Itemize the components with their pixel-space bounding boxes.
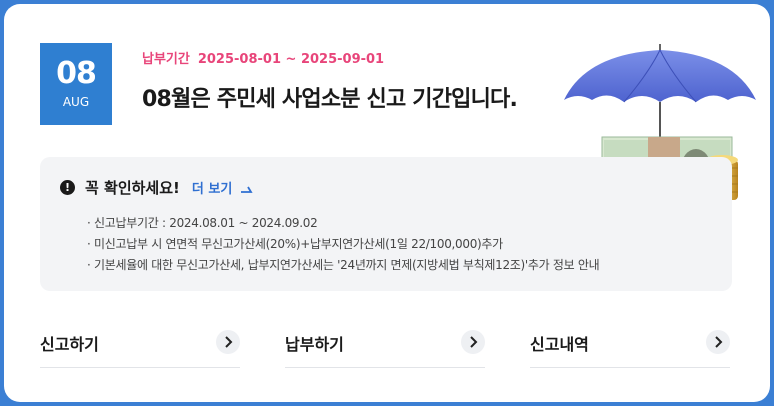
arrow-up-right-icon xyxy=(241,186,253,193)
notice-box: ! 꼭 확인하세요! 더 보기 신고납부기간 : 2024.08.01 ~ 20… xyxy=(40,157,732,291)
notice-list: 신고납부기간 : 2024.08.01 ~ 2024.09.02 미신고납부 시… xyxy=(87,213,707,276)
notice-item: 미신고납부 시 연면적 무신고가산세(20%)+납부지연가산세(1일 22/10… xyxy=(87,234,707,255)
date-month: AUG xyxy=(62,95,90,109)
report-menu-item[interactable]: 신고하기 xyxy=(40,326,240,368)
notice-item: 기본세율에 대한 무신고가산세, 납부지연가산세는 '24년까지 면제(지방세법… xyxy=(87,255,707,276)
notice-header: ! 꼭 확인하세요! 더 보기 xyxy=(60,177,254,198)
payment-period-label: 납부기간 xyxy=(142,52,190,67)
chevron-right-icon xyxy=(706,330,730,354)
chevron-right-icon xyxy=(461,330,485,354)
payment-menu-label: 납부하기 xyxy=(285,335,344,354)
more-link[interactable]: 더 보기 xyxy=(192,178,254,197)
payment-period: 납부기간 2025-08-01 ~ 2025-09-01 xyxy=(142,52,384,68)
history-menu-item[interactable]: 신고내역 xyxy=(530,326,730,368)
date-badge: 08 AUG xyxy=(40,43,112,125)
history-menu-label: 신고내역 xyxy=(530,335,589,354)
exclamation-icon: ! xyxy=(60,180,75,195)
chevron-right-icon xyxy=(216,330,240,354)
page-title: 08월은 주민세 사업소분 신고 기간입니다. xyxy=(142,87,518,112)
payment-menu-item[interactable]: 납부하기 xyxy=(285,326,485,368)
date-day: 08 xyxy=(56,56,97,91)
notice-item: 신고납부기간 : 2024.08.01 ~ 2024.09.02 xyxy=(87,213,707,234)
tax-notice-card: 08 AUG 납부기간 2025-08-01 ~ 2025-09-01 08월은 … xyxy=(4,4,770,402)
more-link-label: 더 보기 xyxy=(191,182,233,197)
payment-period-range: 2025-08-01 ~ 2025-09-01 xyxy=(197,52,385,67)
report-menu-label: 신고하기 xyxy=(40,335,99,354)
notice-title: 꼭 확인하세요! xyxy=(85,179,180,197)
